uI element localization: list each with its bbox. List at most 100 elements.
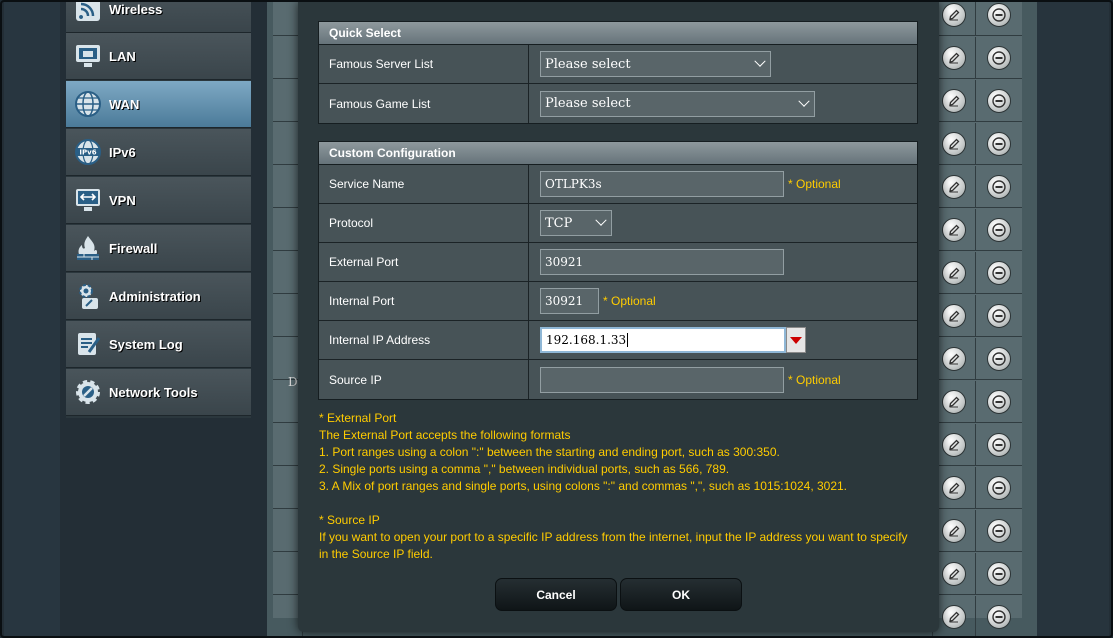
famous-game-row: Famous Game List Please select [319, 84, 917, 123]
delete-icon[interactable] [987, 132, 1011, 156]
edit-icon[interactable] [942, 175, 966, 199]
vpn-icon [73, 185, 103, 215]
table-cell-delete [976, 424, 1022, 466]
famous-server-label: Famous Server List [319, 45, 529, 83]
internal-ip-input[interactable]: 192.168.1.33 [540, 327, 786, 353]
optional-hint: * Optional [788, 177, 841, 191]
table-cell-delete [976, 510, 1022, 552]
left-gutter [4, 2, 60, 636]
help-source-line: If you want to open your port to a speci… [319, 530, 908, 544]
external-port-input[interactable]: 30921 [540, 249, 784, 275]
service-name-input[interactable]: OTLPK3s [540, 171, 784, 197]
delete-icon[interactable] [987, 218, 1011, 242]
help-external-line: 1. Port ranges using a colon ":" between… [319, 445, 780, 459]
edit-icon[interactable] [942, 562, 966, 586]
internal-port-input[interactable]: 30921 [540, 288, 599, 314]
sidebar-item-firewall[interactable]: Firewall [66, 225, 251, 272]
sidebar-item-label: Firewall [109, 240, 158, 256]
delete-icon[interactable] [987, 390, 1011, 414]
protocol-select[interactable]: TCP [540, 210, 612, 236]
sidebar-item-label: IPv6 [109, 144, 136, 160]
famous-server-select[interactable]: Please select [540, 51, 771, 77]
internal-ip-label: Internal IP Address [319, 321, 529, 359]
help-source-title: * Source IP [319, 513, 380, 527]
edit-icon[interactable] [942, 3, 966, 27]
wan-globe-icon [73, 89, 103, 119]
quick-select-title: Quick Select [319, 22, 917, 45]
sidebar-item-ipv6[interactable]: IPv6 IPv6 [66, 129, 251, 176]
delete-icon[interactable] [987, 476, 1011, 500]
ipv6-icon: IPv6 [73, 137, 103, 167]
delete-icon[interactable] [987, 46, 1011, 70]
source-ip-label: Source IP [319, 360, 529, 399]
edit-icon[interactable] [942, 347, 966, 371]
edit-icon[interactable] [942, 89, 966, 113]
edit-icon[interactable] [942, 605, 966, 629]
lan-icon [73, 41, 103, 71]
delete-icon[interactable] [987, 433, 1011, 457]
help-external-title: * External Port [319, 411, 397, 425]
famous-game-label: Famous Game List [319, 84, 529, 123]
delete-icon[interactable] [987, 3, 1011, 27]
sidebar-item-wan[interactable]: WAN [66, 81, 251, 128]
delete-icon[interactable] [987, 261, 1011, 285]
edit-icon[interactable] [942, 304, 966, 328]
delete-icon[interactable] [987, 347, 1011, 371]
edit-icon[interactable] [942, 476, 966, 500]
ok-button[interactable]: OK [620, 578, 742, 611]
table-cell-delete [976, 123, 1022, 165]
sidebar-item-administration[interactable]: Administration [66, 273, 251, 320]
optional-hint: * Optional [788, 372, 841, 387]
external-port-label: External Port [319, 243, 529, 281]
sidebar-item-lan[interactable]: LAN [66, 33, 251, 80]
cancel-button[interactable]: Cancel [495, 578, 617, 611]
delete-icon[interactable] [987, 519, 1011, 543]
delete-icon[interactable] [987, 562, 1011, 586]
sidebar-item-wireless[interactable]: Wireless [66, 2, 251, 33]
edit-icon[interactable] [942, 433, 966, 457]
table-cell-delete [976, 338, 1022, 380]
edit-icon[interactable] [942, 46, 966, 70]
edit-icon[interactable] [942, 390, 966, 414]
edit-icon[interactable] [942, 218, 966, 242]
delete-icon[interactable] [987, 175, 1011, 199]
delete-icon[interactable] [987, 605, 1011, 629]
network-tools-icon [73, 377, 103, 407]
source-ip-input[interactable] [540, 366, 784, 393]
table-cell-delete [976, 596, 1022, 636]
internal-ip-dropdown-button[interactable] [786, 327, 806, 353]
edit-icon[interactable] [942, 519, 966, 543]
sidebar-item-label: Network Tools [109, 384, 198, 400]
external-port-row: External Port 30921 [319, 243, 917, 282]
system-log-icon [73, 329, 103, 359]
sidebar-item-label: LAN [109, 48, 136, 64]
sidebar-item-network-tools[interactable]: Network Tools [66, 369, 251, 416]
red-triangle-down-icon [790, 336, 802, 344]
service-name-row: Service Name OTLPK3s * Optional [319, 165, 917, 204]
app-frame: Wireless LAN WAN IPv6 IPv6 VPN Firewall … [0, 0, 1113, 638]
help-text: * External Port The External Port accept… [319, 410, 919, 563]
table-cell-delete [976, 252, 1022, 294]
sidebar-item-system-log[interactable]: System Log [66, 321, 251, 368]
port-forwarding-dialog: Quick Select Famous Server List Please s… [298, 2, 939, 632]
help-external-line: 2. Single ports using a comma "," betwee… [319, 462, 730, 476]
delete-icon[interactable] [987, 304, 1011, 328]
famous-game-value: Please select [545, 96, 631, 111]
protocol-row: Protocol TCP [319, 204, 917, 243]
table-cell-delete [976, 381, 1022, 423]
help-source-line: in the Source IP field. [319, 547, 433, 561]
famous-game-select[interactable]: Please select [540, 90, 815, 117]
sidebar-item-label: Administration [109, 288, 201, 304]
delete-icon[interactable] [987, 89, 1011, 113]
edit-icon[interactable] [942, 261, 966, 285]
optional-hint: * Optional [603, 294, 656, 308]
chevron-down-icon [595, 214, 607, 226]
sidebar-item-label: VPN [109, 192, 136, 208]
sidebar-item-vpn[interactable]: VPN [66, 177, 251, 224]
edit-icon[interactable] [942, 132, 966, 156]
chevron-down-icon [754, 55, 766, 67]
administration-icon [73, 281, 103, 311]
custom-configuration-section: Custom Configuration Service Name OTLPK3… [318, 141, 918, 400]
help-external-line: 3. A Mix of port ranges and single ports… [319, 479, 848, 493]
table-cell-delete [976, 553, 1022, 595]
